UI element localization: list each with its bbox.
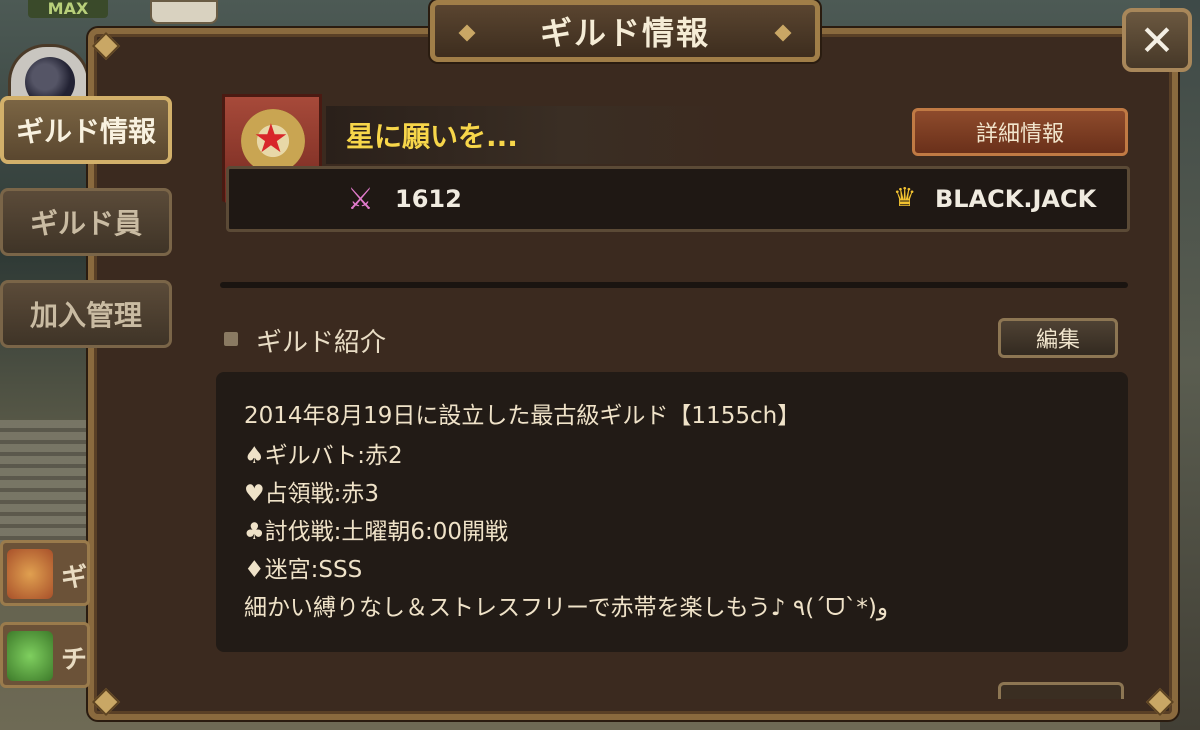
side-menu-label: チ: [61, 645, 88, 675]
guild-name-bar: 星に願いを...: [326, 106, 726, 164]
frame-corner: [91, 31, 121, 61]
square-bullet-icon: [224, 332, 238, 346]
side-menu-item[interactable]: チ: [0, 622, 90, 688]
check-icon: [7, 631, 53, 681]
close-icon: ✕: [1139, 15, 1175, 65]
intro-line: 細かい縛りなし＆ストレスフリーで赤帯を楽しもう♪ ٩(ˊᗜˋ*)و: [244, 595, 888, 621]
crossed-swords-icon: ⚔: [347, 182, 374, 217]
window-title-plate: ギルド情報: [430, 0, 820, 62]
partial-bottom-button[interactable]: [998, 682, 1124, 699]
tab-label: ギルド情報: [15, 115, 156, 148]
detail-info-button[interactable]: 詳細情報: [912, 108, 1128, 156]
section-divider: [220, 282, 1128, 288]
intro-line: ♠ギルバト:赤2: [244, 443, 403, 469]
side-menu-label: ギ: [61, 563, 88, 593]
tab-label: 加入管理: [29, 299, 142, 332]
star-icon: ★: [253, 116, 289, 162]
tab-guild-members[interactable]: ギルド員: [0, 188, 172, 256]
frame-corner: [91, 687, 121, 717]
guild-intro-text-box: 2014年8月19日に設立した最古級ギルド【1155ch】 ♠ギルバト:赤2 ♥…: [216, 372, 1128, 652]
intro-line: 2014年8月19日に設立した最古級ギルド【1155ch】: [244, 403, 801, 429]
intro-section-label: ギルド紹介: [256, 328, 387, 358]
window-title: ギルド情報: [539, 14, 710, 52]
side-menu-item[interactable]: ギ: [0, 540, 90, 606]
intro-line: ♥占領戦:赤3: [244, 481, 380, 507]
crown-icon: ♛: [893, 183, 917, 213]
max-badge: MAX: [28, 0, 108, 18]
intro-line: ♣討伐戦:土曜朝6:00開戦: [244, 519, 509, 545]
diamond-ornament-icon: [458, 24, 476, 42]
close-button[interactable]: ✕: [1122, 8, 1192, 72]
diamond-ornament-icon: [774, 24, 792, 42]
detail-info-label: 詳細情報: [975, 122, 1064, 147]
edit-button[interactable]: 編集: [998, 318, 1118, 358]
tab-label: ギルド員: [29, 207, 142, 240]
scroll-icon: [7, 549, 53, 599]
tab-join-management[interactable]: 加入管理: [0, 280, 172, 348]
frame-corner: [1145, 687, 1175, 717]
guild-points: 1612: [395, 185, 462, 213]
guild-stats-bar: ⚔ 1612 ♛ BLACK.JACK: [226, 166, 1130, 232]
tab-guild-info[interactable]: ギルド情報: [0, 96, 172, 164]
intro-line: ♦迷宮:SSS: [244, 557, 363, 583]
edit-button-label: 編集: [1035, 328, 1080, 353]
guild-leader-name: BLACK.JACK: [935, 185, 1097, 213]
background-stairs: [0, 420, 100, 560]
top-menu-icon[interactable]: [150, 0, 218, 24]
guild-name: 星に願いを...: [346, 120, 518, 153]
